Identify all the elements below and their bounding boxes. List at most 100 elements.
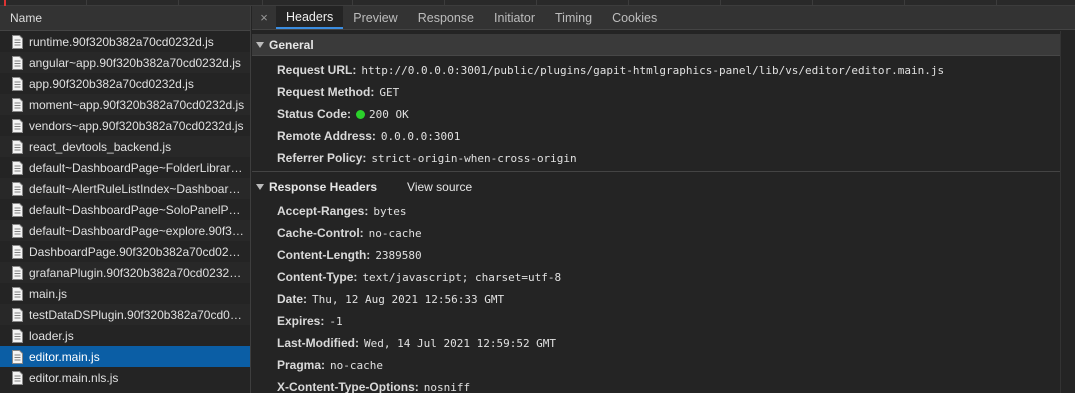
- request-row[interactable]: moment~app.90f320b382a70cd0232d.js: [0, 94, 250, 115]
- file-icon: [12, 139, 23, 154]
- header-key: Request URL:: [277, 63, 357, 77]
- header-key: Accept-Ranges:: [277, 204, 369, 218]
- request-name: default~DashboardPage~explore.90f320b382…: [29, 223, 247, 238]
- header-key: Pragma:: [277, 358, 326, 372]
- request-name: vendors~app.90f320b382a70cd0232d.js: [29, 118, 244, 133]
- response-headers-section-header[interactable]: Response Headers View source: [252, 176, 1060, 198]
- close-icon[interactable]: ×: [252, 6, 276, 29]
- request-row[interactable]: react_devtools_backend.js: [0, 136, 250, 157]
- file-icon: [12, 244, 23, 259]
- file-icon: [12, 223, 23, 238]
- file-icon: [12, 286, 23, 301]
- response-headers-title: Response Headers: [269, 180, 378, 194]
- request-row[interactable]: default~DashboardPage~explore.90f320b382…: [0, 220, 250, 241]
- request-row[interactable]: default~AlertRuleListIndex~DashboardPage…: [0, 178, 250, 199]
- request-name: moment~app.90f320b382a70cd0232d.js: [29, 97, 245, 112]
- header-key: Content-Length:: [277, 248, 371, 262]
- general-section-header[interactable]: General: [252, 34, 1060, 56]
- request-row[interactable]: editor.main.js: [0, 346, 250, 367]
- header-key: Last-Modified:: [277, 336, 359, 350]
- response-header-row: Accept-Ranges: bytes: [252, 200, 1060, 222]
- request-name: DashboardPage.90f320b382a70cd0232d.js: [29, 244, 247, 259]
- response-header-row: Content-Type: text/javascript; charset=ut…: [252, 266, 1060, 288]
- response-header-row: X-Content-Type-Options: nosniff: [252, 376, 1060, 393]
- header-key: Referrer Policy:: [277, 151, 367, 165]
- request-row[interactable]: vendors~app.90f320b382a70cd0232d.js: [0, 115, 250, 136]
- request-row[interactable]: testDataDSPlugin.90f320b382a70cd0232d.js: [0, 304, 250, 325]
- tab-preview[interactable]: Preview: [343, 6, 407, 29]
- response-header-row: Expires: -1: [252, 310, 1060, 332]
- tab-timing[interactable]: Timing: [545, 6, 602, 29]
- header-value: text/javascript; charset=utf-8: [362, 270, 562, 284]
- header-value: 2389580: [375, 248, 422, 262]
- triangle-down-icon: [256, 184, 264, 190]
- request-row[interactable]: main.js: [0, 283, 250, 304]
- header-value: -1: [329, 314, 343, 328]
- tab-cookies[interactable]: Cookies: [602, 6, 667, 29]
- request-name: app.90f320b382a70cd0232d.js: [29, 76, 194, 91]
- header-key: Status Code:: [277, 107, 352, 121]
- header-key: Expires:: [277, 314, 325, 328]
- tab-initiator[interactable]: Initiator: [484, 6, 545, 29]
- view-source-link[interactable]: View source: [407, 180, 472, 194]
- header-key: Content-Type:: [277, 270, 358, 284]
- status-ok-icon: [356, 109, 366, 119]
- request-name: main.js: [29, 286, 68, 301]
- file-icon: [12, 349, 23, 364]
- request-row[interactable]: runtime.90f320b382a70cd0232d.js: [0, 31, 250, 52]
- request-name: default~DashboardPage~SoloPanelPage.js: [29, 202, 247, 217]
- response-header-row: Cache-Control: no-cache: [252, 222, 1060, 244]
- request-row[interactable]: DashboardPage.90f320b382a70cd0232d.js: [0, 241, 250, 262]
- request-name: default~DashboardPage~FolderLibraryPage.…: [29, 160, 247, 175]
- response-headers-list: Accept-Ranges: bytes Cache-Control: no-cach…: [252, 200, 1060, 393]
- file-icon: [12, 118, 23, 133]
- header-value: Wed, 14 Jul 2021 12:59:52 GMT: [364, 336, 557, 350]
- header-value: strict-origin-when-cross-origin: [371, 151, 577, 165]
- request-details-panel: × Headers Preview Response Initiator Tim…: [252, 6, 1075, 393]
- general-section-title: General: [269, 37, 314, 52]
- section-divider: [252, 171, 1060, 172]
- details-scrollbar[interactable]: [1060, 31, 1075, 393]
- status-code-row: Status Code: 200 OK: [252, 103, 1060, 125]
- request-row[interactable]: angular~app.90f320b382a70cd0232d.js: [0, 52, 250, 73]
- file-icon: [12, 265, 23, 280]
- tab-headers[interactable]: Headers: [276, 6, 344, 29]
- request-row[interactable]: default~DashboardPage~SoloPanelPage.js: [0, 199, 250, 220]
- request-row[interactable]: editor.main.nls.js: [0, 367, 250, 388]
- header-value: no-cache: [330, 358, 384, 372]
- header-key: Request Method:: [277, 85, 375, 99]
- request-row[interactable]: app.90f320b382a70cd0232d.js: [0, 73, 250, 94]
- header-value: 0.0.0.0:3001: [380, 129, 461, 143]
- response-header-row: Pragma: no-cache: [252, 354, 1060, 376]
- header-value: http://0.0.0.0:3001/public/plugins/gapit…: [361, 63, 945, 77]
- header-key: Cache-Control:: [277, 226, 364, 240]
- request-name: default~AlertRuleListIndex~DashboardPage…: [29, 181, 247, 196]
- request-row[interactable]: loader.js: [0, 325, 250, 346]
- header-key: Remote Address:: [277, 129, 376, 143]
- tab-response[interactable]: Response: [408, 6, 484, 29]
- file-icon: [12, 55, 23, 70]
- request-row[interactable]: grafanaPlugin.90f320b382a70cd0232d.js: [0, 262, 250, 283]
- file-icon: [12, 34, 23, 49]
- file-icon: [12, 307, 23, 322]
- request-row[interactable]: default~DashboardPage~FolderLibraryPage.…: [0, 157, 250, 178]
- header-value: no-cache: [368, 226, 422, 240]
- request-name: react_devtools_backend.js: [29, 139, 172, 154]
- file-icon: [12, 370, 23, 385]
- header-value: GET: [379, 85, 400, 99]
- header-key: Date:: [277, 292, 308, 306]
- request-list-panel: Name runtime.90f320b382a70cd0232d.js angu…: [0, 6, 251, 393]
- file-icon: [12, 328, 23, 343]
- file-icon: [12, 202, 23, 217]
- headers-content: General Request URL: http://0.0.0.0:3001…: [252, 30, 1060, 393]
- request-method-row: Request Method: GET: [252, 81, 1060, 103]
- request-name: loader.js: [29, 328, 74, 343]
- header-key: X-Content-Type-Options:: [277, 380, 419, 393]
- header-value: 200 OK: [369, 107, 409, 121]
- referrer-policy-row: Referrer Policy: strict-origin-when-cros…: [252, 147, 1060, 169]
- header-value: nosniff: [423, 380, 471, 393]
- name-column-header[interactable]: Name: [0, 6, 250, 31]
- response-header-row: Date: Thu, 12 Aug 2021 12:56:33 GMT: [252, 288, 1060, 310]
- file-icon: [12, 97, 23, 112]
- header-value: bytes: [373, 204, 407, 218]
